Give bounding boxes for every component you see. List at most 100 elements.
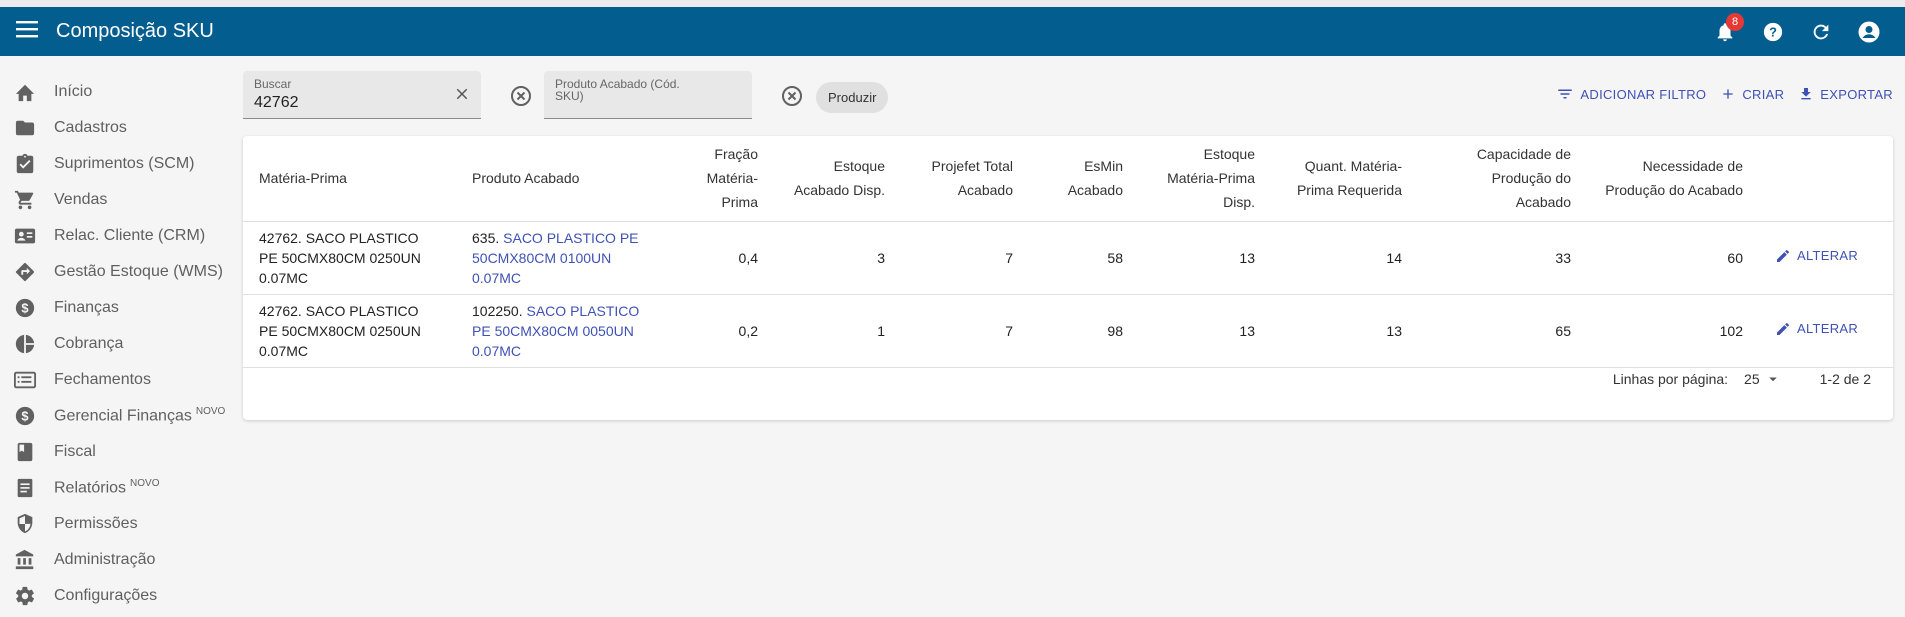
sidebar-item-label: Gerencial Finanças [54, 407, 192, 425]
produto-acabado-cell: 102250. SACO PLASTICO PE 50CMX80CM 0050U… [456, 294, 667, 368]
sidebar: Início Cadastros Suprimentos (SCM) Venda… [0, 56, 232, 617]
sidebar-item-label: Fechamentos [54, 371, 151, 388]
book-icon [13, 440, 37, 464]
directions-icon [13, 260, 37, 284]
refresh-button[interactable] [1797, 8, 1845, 56]
capacidade-cell: 65 [1418, 294, 1587, 368]
sidebar-item-fechamentos[interactable]: Fechamentos [0, 362, 232, 398]
dollar-circle-icon: $ [13, 404, 37, 428]
remove-filter-product-icon[interactable] [780, 84, 804, 108]
sidebar-item-wms[interactable]: Gestão Estoque (WMS) [0, 254, 232, 290]
column-header[interactable]: Fração Matéria-Prima [667, 136, 774, 222]
sidebar-item-administracao[interactable]: Administração [0, 542, 232, 578]
create-label: CRIAR [1742, 86, 1785, 102]
estoque-mp-cell: 13 [1139, 221, 1271, 295]
projefet-cell: 7 [901, 294, 1029, 368]
account-button[interactable] [1845, 8, 1893, 56]
search-label: Buscar [254, 77, 292, 91]
produto-code: 102250. [472, 302, 527, 319]
fracao-cell: 0,2 [667, 294, 774, 368]
edit-button[interactable]: ALTERAR [1775, 246, 1858, 266]
sidebar-item-crm[interactable]: Relac. Cliente (CRM) [0, 218, 232, 254]
remove-filter-search-icon[interactable] [509, 84, 533, 108]
sidebar-item-label: Gestão Estoque (WMS) [54, 263, 223, 280]
estoque-acabado-cell: 3 [774, 221, 901, 295]
help-button[interactable]: ? [1749, 8, 1797, 56]
column-header[interactable]: Capacidade de Produção do Acabado [1418, 136, 1587, 222]
sidebar-item-configuracoes[interactable]: Configurações [0, 578, 232, 614]
clipboard-icon [13, 152, 37, 176]
cart-icon [13, 188, 37, 212]
column-header[interactable]: Estoque Acabado Disp. [774, 136, 901, 222]
esmin-cell: 58 [1029, 221, 1139, 295]
necessidade-cell: 60 [1587, 221, 1759, 295]
table-header-row: Matéria-Prima Produto Acabado Fração Mat… [243, 136, 1893, 222]
browser-top-strip [0, 0, 1905, 7]
clear-icon[interactable] [453, 85, 471, 103]
quant-mp-cell: 14 [1271, 221, 1418, 295]
sidebar-item-fiscal[interactable]: Fiscal [0, 434, 232, 470]
sidebar-item-label: Relac. Cliente (CRM) [54, 227, 206, 244]
table-row: 42762. SACO PLASTICO PE 50CMX80CM 0250UN… [243, 294, 1893, 368]
rows-per-page-label: Linhas por página: [1612, 371, 1729, 387]
column-header[interactable]: Estoque Matéria-Prima Disp. [1139, 136, 1271, 222]
toolbar-actions: ADICIONAR FILTRO CRIAR EXPORTAR [1542, 85, 1893, 103]
rows-per-page-select[interactable]: 25 [1744, 370, 1782, 388]
sidebar-item-relatorios[interactable]: Relatórios NOVO [0, 470, 232, 506]
account-icon [1858, 21, 1880, 42]
sidebar-item-cadastros[interactable]: Cadastros [0, 110, 232, 146]
column-header[interactable]: EsMin Acabado [1029, 136, 1139, 222]
product-sku-field[interactable]: Produto Acabado (Cód. SKU) [544, 71, 752, 119]
sidebar-item-label: Suprimentos (SCM) [54, 155, 195, 172]
refresh-icon [1813, 24, 1829, 39]
column-header[interactable]: Projefet Total Acabado [901, 136, 1029, 222]
search-field[interactable]: Buscar [243, 71, 481, 119]
estoque-acabado-cell: 1 [774, 294, 901, 368]
menu-icon[interactable] [16, 20, 38, 43]
pagination-range: 1-2 de 2 [1819, 371, 1871, 387]
search-input[interactable] [254, 94, 434, 112]
edit-button[interactable]: ALTERAR [1775, 319, 1858, 339]
column-header[interactable]: Produto Acabado [456, 136, 667, 222]
add-filter-button[interactable]: ADICIONAR FILTRO [1556, 85, 1706, 103]
sidebar-item-label: Finanças [54, 299, 119, 316]
sidebar-item-label: Cobrança [54, 335, 124, 352]
actions-header [1759, 136, 1893, 222]
sidebar-item-label: Permissões [54, 515, 138, 532]
create-button[interactable]: CRIAR [1720, 86, 1784, 102]
esmin-cell: 98 [1029, 294, 1139, 368]
column-header[interactable]: Matéria-Prima [243, 136, 456, 222]
contact-card-icon [13, 224, 37, 248]
sidebar-item-cobranca[interactable]: Cobrança [0, 326, 232, 362]
export-button[interactable]: EXPORTAR [1798, 85, 1893, 103]
produto-code: 635. [472, 229, 504, 246]
materia-prima-cell: 42762. SACO PLASTICO PE 50CMX80CM 0250UN… [243, 294, 456, 368]
sidebar-item-suprimentos[interactable]: Suprimentos (SCM) [0, 146, 232, 182]
sidebar-item-permissoes[interactable]: Permissões [0, 506, 232, 542]
produce-chip[interactable]: Produzir [816, 82, 889, 113]
svg-text:$: $ [21, 409, 28, 424]
edit-label: ALTERAR [1797, 321, 1859, 336]
pie-chart-icon [13, 332, 37, 356]
sidebar-item-inicio[interactable]: Início [0, 74, 232, 110]
notifications-button[interactable]: 8 [1701, 8, 1749, 56]
dollar-circle-icon: $ [13, 296, 37, 320]
materia-prima-cell: 42762. SACO PLASTICO PE 50CMX80CM 0250UN… [243, 221, 456, 295]
add-filter-label: ADICIONAR FILTRO [1580, 86, 1707, 102]
column-header[interactable]: Quant. Matéria-Prima Requerida [1271, 136, 1418, 222]
estoque-mp-cell: 13 [1139, 294, 1271, 368]
sku-composition-table: Matéria-Prima Produto Acabado Fração Mat… [243, 136, 1893, 368]
column-header[interactable]: Necessidade de Produção do Acabado [1587, 136, 1759, 222]
fracao-cell: 0,4 [667, 221, 774, 295]
sidebar-item-gerencial-financas[interactable]: $ Gerencial Finanças NOVO [0, 398, 232, 434]
list-icon [13, 368, 37, 392]
sidebar-item-vendas[interactable]: Vendas [0, 182, 232, 218]
document-icon [13, 476, 37, 500]
filter-bar: Buscar Produto Acabado (Cód. SKU) Produz… [243, 71, 1893, 121]
sidebar-item-financas[interactable]: $ Finanças [0, 290, 232, 326]
notification-badge: 8 [1726, 12, 1744, 31]
pencil-icon [1777, 322, 1789, 335]
quant-mp-cell: 13 [1271, 294, 1418, 368]
rows-per-page-value: 25 [1744, 371, 1760, 387]
edit-label: ALTERAR [1797, 248, 1859, 263]
